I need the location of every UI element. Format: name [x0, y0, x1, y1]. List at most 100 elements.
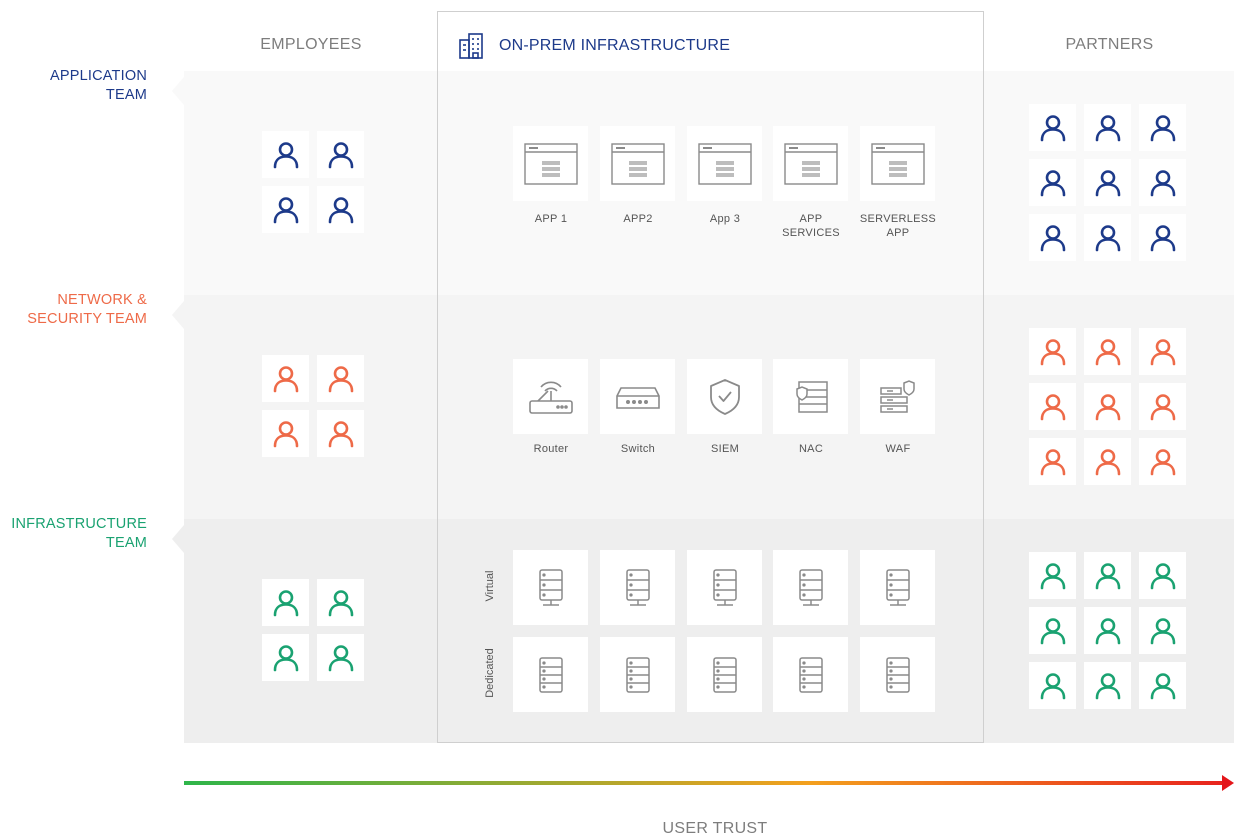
user-tile: [317, 131, 364, 178]
app-label: SERVERLESS APP: [859, 213, 937, 239]
user-icon: [1150, 448, 1175, 475]
user-icon: [1095, 562, 1120, 589]
user-icon: [1150, 562, 1175, 589]
user-icon: [1040, 393, 1065, 420]
app-label: App 3: [709, 213, 741, 225]
user-tile: [1139, 104, 1186, 151]
app-window-icon: [610, 142, 665, 185]
user-icon: [1095, 338, 1120, 365]
user-tile: [317, 355, 364, 402]
user-icon: [1040, 114, 1065, 141]
user-icon: [1040, 169, 1065, 196]
user-tile: [1084, 662, 1131, 709]
app-box: [687, 126, 762, 201]
switch-icon: [615, 386, 660, 409]
user-icon: [273, 589, 298, 616]
user-icon: [273, 644, 298, 671]
virtual-server-icon: [712, 568, 737, 606]
network-device-box: [860, 359, 935, 434]
user-tile: [1029, 662, 1076, 709]
dedicated-server-box: [860, 637, 935, 712]
user-icon: [328, 420, 353, 447]
network-device-box: [513, 359, 588, 434]
user-trust-label: USER TRUST: [662, 820, 768, 836]
user-icon: [1150, 224, 1175, 251]
user-icon: [328, 141, 353, 168]
user-tile: [1139, 607, 1186, 654]
user-tile: [1029, 607, 1076, 654]
user-tile: [1029, 438, 1076, 485]
app-window-icon: [697, 142, 752, 185]
user-tile: [1084, 214, 1131, 261]
user-icon: [273, 196, 298, 223]
dedicated-label: Dedicated: [484, 648, 496, 698]
network-device-label: NAC: [798, 443, 824, 455]
user-trust-arrow-head: [1222, 775, 1234, 791]
user-icon: [1150, 114, 1175, 141]
app-box: [513, 126, 588, 201]
network-device-box: [600, 359, 675, 434]
user-tile: [1139, 383, 1186, 430]
user-tile: [1139, 159, 1186, 206]
user-tile: [262, 634, 309, 681]
dedicated-server-icon: [625, 656, 650, 693]
user-icon: [1095, 393, 1120, 420]
virtual-server-icon: [538, 568, 563, 606]
router-icon: [528, 381, 573, 414]
app-label: APP 1: [534, 213, 568, 225]
onprem-title: ON-PREM INFRASTRUCTURE: [499, 37, 731, 54]
user-tile: [262, 131, 309, 178]
user-tile: [1139, 438, 1186, 485]
app-window-icon: [870, 142, 925, 185]
user-icon: [1040, 338, 1065, 365]
user-icon: [273, 141, 298, 168]
user-tile: [1084, 383, 1131, 430]
virtual-server-box: [860, 550, 935, 625]
user-tile: [317, 634, 364, 681]
user-tile: [1029, 552, 1076, 599]
user-tile: [1084, 328, 1131, 375]
virtual-server-box: [687, 550, 762, 625]
user-tile: [1139, 552, 1186, 599]
user-icon: [1040, 617, 1065, 644]
user-icon: [1095, 448, 1120, 475]
user-tile: [317, 579, 364, 626]
user-tile: [1029, 159, 1076, 206]
app-label: APP SERVICES: [782, 213, 840, 239]
app-window-icon: [523, 142, 578, 185]
virtual-server-icon: [798, 568, 823, 606]
user-icon: [1095, 169, 1120, 196]
network-device-label: SIEM: [710, 443, 740, 455]
user-icon: [1040, 562, 1065, 589]
user-icon: [1150, 672, 1175, 699]
network-security-team-label: NETWORK & SECURITY TEAM: [27, 292, 147, 327]
dedicated-server-icon: [538, 656, 563, 693]
nac-icon: [795, 380, 828, 413]
network-device-box: [773, 359, 848, 434]
virtual-server-icon: [625, 568, 650, 606]
user-trust-arrow-line: [184, 781, 1224, 785]
user-tile: [262, 579, 309, 626]
user-icon: [1150, 393, 1175, 420]
user-icon: [328, 196, 353, 223]
user-tile: [1029, 383, 1076, 430]
dedicated-server-box: [600, 637, 675, 712]
user-icon: [1150, 617, 1175, 644]
user-tile: [317, 186, 364, 233]
user-tile: [1029, 214, 1076, 261]
virtual-server-icon: [885, 568, 910, 606]
user-tile: [317, 410, 364, 457]
user-tile: [1084, 607, 1131, 654]
dedicated-server-icon: [798, 656, 823, 693]
app-label: APP2: [623, 213, 653, 225]
user-icon: [1095, 617, 1120, 644]
dedicated-server-icon: [712, 656, 737, 693]
virtual-server-box: [773, 550, 848, 625]
waf-icon: [879, 379, 915, 413]
user-tile: [1084, 104, 1131, 151]
app-box: [860, 126, 935, 201]
dedicated-server-box: [687, 637, 762, 712]
virtual-label: Virtual: [484, 570, 496, 602]
user-icon: [273, 365, 298, 392]
user-tile: [1084, 552, 1131, 599]
